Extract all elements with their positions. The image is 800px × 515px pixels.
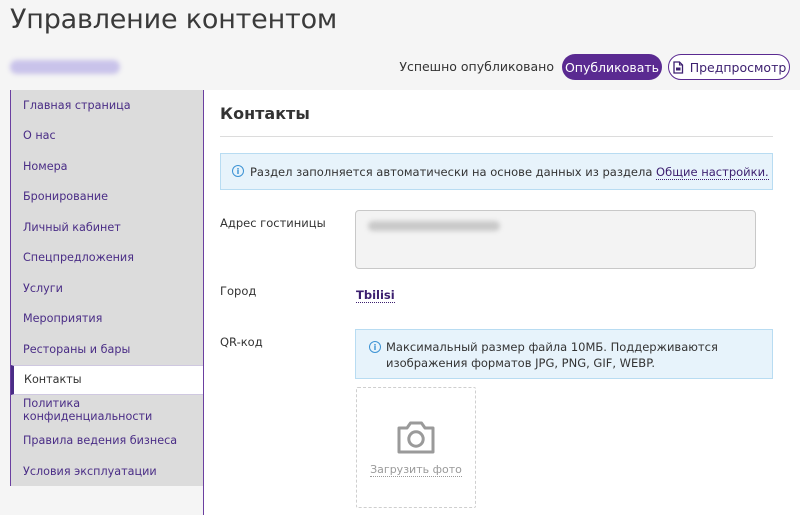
city-label: Город bbox=[220, 284, 257, 298]
camera-icon bbox=[397, 421, 435, 454]
sidebar-item-booking[interactable]: Бронирование bbox=[11, 182, 203, 213]
file-size-notice: i Максимальный размер файла 10МБ. Поддер… bbox=[355, 329, 773, 379]
page-title: Управление контентом bbox=[10, 4, 338, 35]
file-size-notice-text: Максимальный размер файла 10МБ. Поддержи… bbox=[386, 340, 718, 370]
photo-upload-area[interactable]: Загрузить фото bbox=[356, 387, 476, 508]
sidebar-item-terms[interactable]: Условия эксплуатации bbox=[11, 456, 203, 487]
sidebar-item-offers[interactable]: Спецпредложения bbox=[11, 243, 203, 274]
preview-button-label: Предпросмотр bbox=[689, 59, 787, 75]
title-divider bbox=[220, 136, 773, 137]
sidebar-item-about[interactable]: О нас bbox=[11, 121, 203, 152]
publish-button[interactable]: Опубликовать bbox=[562, 54, 662, 80]
sidebar-item-services[interactable]: Услуги bbox=[11, 273, 203, 304]
info-icon: i bbox=[232, 165, 244, 177]
sidebar-item-account[interactable]: Личный кабинет bbox=[11, 212, 203, 243]
address-field[interactable] bbox=[355, 210, 756, 269]
sidebar-item-contacts[interactable]: Контакты bbox=[11, 364, 203, 395]
site-domain-blurred[interactable] bbox=[10, 60, 120, 74]
preview-button[interactable]: Предпросмотр bbox=[668, 54, 790, 80]
sidebar-item-restaurants[interactable]: Рестораны и бары bbox=[11, 334, 203, 365]
upload-photo-label: Загрузить фото bbox=[370, 463, 462, 477]
address-value-blurred bbox=[368, 221, 500, 231]
notice-text: Раздел заполняется автоматически на осно… bbox=[250, 165, 653, 179]
city-value[interactable]: Tbilisi bbox=[356, 288, 395, 303]
info-icon: i bbox=[369, 341, 381, 353]
sidebar-item-events[interactable]: Мероприятия bbox=[11, 304, 203, 335]
publish-status: Успешно опубликовано bbox=[399, 59, 554, 74]
sidebar-item-privacy[interactable]: Политика конфиденциальности bbox=[11, 395, 203, 426]
sidebar-item-home[interactable]: Главная страница bbox=[11, 90, 203, 121]
document-icon bbox=[673, 60, 683, 74]
sidebar-item-business-rules[interactable]: Правила ведения бизнеса bbox=[11, 426, 203, 457]
sidebar-item-rooms[interactable]: Номера bbox=[11, 151, 203, 182]
address-label: Адрес гостиницы bbox=[220, 216, 326, 230]
auto-fill-notice: i Раздел заполняется автоматически на ос… bbox=[220, 153, 773, 190]
general-settings-link[interactable]: Общие настройки. bbox=[656, 165, 769, 180]
sidebar: Главная страница О нас Номера Бронирован… bbox=[10, 90, 203, 486]
qr-code-label: QR-код bbox=[220, 335, 263, 349]
section-title: Контакты bbox=[220, 104, 310, 123]
content-panel: Контакты i Раздел заполняется автоматиче… bbox=[204, 90, 800, 515]
